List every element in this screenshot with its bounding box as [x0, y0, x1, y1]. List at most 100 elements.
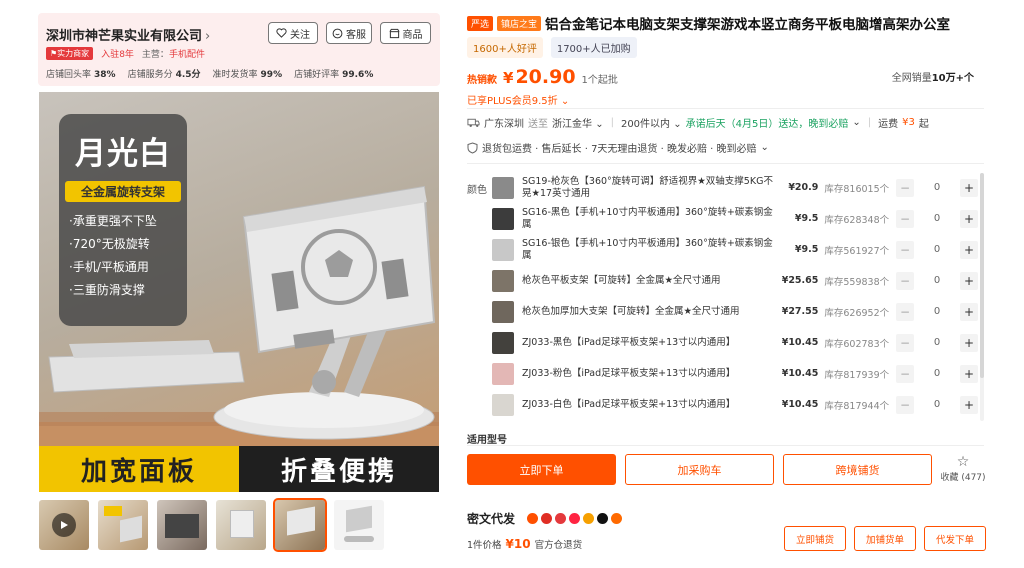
sku-row: 枪灰色平板支架【可旋转】全金属★全尺寸通用 ¥25.65 库存559838个 −…: [492, 266, 978, 295]
qty-range-value: 200件以内: [620, 119, 671, 130]
sku-stock: 库存561927个: [824, 245, 890, 257]
minus-button[interactable]: −: [896, 364, 914, 383]
strict-select-tag: 严选: [467, 15, 494, 31]
fee-unit: 起: [918, 119, 929, 130]
minus-button[interactable]: −: [896, 209, 914, 228]
store-products-button[interactable]: 商品: [380, 22, 431, 44]
quantity-stepper: −0 +: [896, 240, 978, 259]
plus-button[interactable]: +: [960, 364, 978, 383]
shop-card: 深圳市神芒果实业有限公司 › 关注 客服 商品 ⚑实力商家 入驻8年 主营：手机配…: [38, 13, 440, 86]
sku-row: ZJ033-白色【iPad足球平板支架+13寸以内通用】 ¥10.45 库存81…: [492, 390, 978, 419]
feature-item: ·承重更强不下坠: [69, 214, 157, 228]
sku-price: ¥10.45: [781, 337, 819, 348]
added-cart-tag: 1700+人已加购: [550, 37, 637, 58]
stat-value: 99%: [260, 70, 283, 80]
store-icon: [388, 28, 400, 38]
stat-label: 店铺好评率: [294, 70, 340, 80]
cross-border-label: 跨境铺货: [835, 463, 880, 477]
plus-button[interactable]: +: [960, 302, 978, 321]
sku-thumbnail[interactable]: [492, 207, 514, 230]
plus-button[interactable]: +: [960, 333, 978, 352]
sku-scrollbar[interactable]: [980, 173, 984, 421]
divider: [467, 445, 984, 446]
quantity-input[interactable]: 0: [914, 182, 960, 193]
sku-row: SG19-枪灰色【360°旋转可调】舒适视界★双轴支撑5KG不晃★17英寸通用 …: [492, 173, 978, 202]
sku-thumbnail[interactable]: [492, 393, 514, 416]
dropship-order-button[interactable]: 代发下单: [924, 526, 986, 551]
minus-button[interactable]: −: [896, 240, 914, 259]
stat-label: 准时发货率: [212, 70, 258, 80]
sku-thumbnail[interactable]: [492, 362, 514, 385]
quantity-stepper: −0 +: [896, 302, 978, 321]
scrollbar-thumb[interactable]: [980, 173, 984, 378]
quantity-input[interactable]: 0: [914, 275, 960, 286]
service-row[interactable]: 退货包运费 · 售后延长 · 7天无理由退货 · 晚发必赔 · 晚到必赔 ⌄: [467, 140, 769, 155]
sku-thumbnail[interactable]: [492, 269, 514, 292]
cross-border-button[interactable]: 跨境铺货: [783, 454, 932, 485]
minus-button[interactable]: −: [896, 302, 914, 321]
sku-stock: 库存817944个: [824, 400, 890, 412]
sku-price: ¥9.5: [794, 213, 819, 224]
quantity-input[interactable]: 0: [914, 244, 960, 255]
feature-item: ·720°无极旋转: [69, 237, 150, 251]
buy-now-button[interactable]: 立即下单: [467, 454, 616, 485]
plus-button[interactable]: +: [960, 178, 978, 197]
sku-name: ZJ033-黑色【iPad足球平板支架+13寸以内通用】: [522, 336, 736, 348]
thumbnail-item[interactable]: [157, 500, 207, 550]
stat-value: 4.5分: [175, 70, 201, 80]
sku-row: SG16-黑色【手机+10寸内平板通用】360°旋转+碳素钢金属 ¥9.5 库存…: [492, 204, 978, 233]
thumbnail-item[interactable]: [98, 500, 148, 550]
thumbnail-item[interactable]: [216, 500, 266, 550]
sku-stock: 库存602783个: [824, 338, 890, 350]
favorite-button[interactable]: ☆ 收藏 (477): [938, 454, 988, 483]
sku-thumbnail[interactable]: [492, 238, 514, 261]
shop-name-text[interactable]: 深圳市神芒果实业有限公司: [46, 29, 202, 44]
sku-name: SG19-枪灰色【360°旋转可调】舒适视界★双轴支撑5KG不晃★17英寸通用: [522, 175, 773, 199]
banner-right-text: 折叠便携: [280, 456, 397, 487]
sku-thumbnail[interactable]: [492, 176, 514, 199]
product-main-image[interactable]: 月光白 全金属旋转支架 ·承重更强不下坠 ·720°无极旋转 ·手机/平板通用 …: [39, 92, 439, 492]
minus-button[interactable]: −: [896, 395, 914, 414]
minus-button[interactable]: −: [896, 178, 914, 197]
follow-button[interactable]: 关注: [268, 22, 318, 44]
stat-value: 38%: [94, 70, 116, 80]
list-now-button[interactable]: 立即铺货: [784, 526, 846, 551]
product-title: 铝合金笔记本电脑支架支撑架游戏本竖立商务平板电脑增高架办公室: [545, 17, 951, 33]
sku-price: ¥20.9: [788, 182, 819, 193]
plus-button[interactable]: +: [960, 271, 978, 290]
chevron-down-icon: ⌄: [760, 142, 769, 153]
quantity-input[interactable]: 0: [914, 213, 960, 224]
plus-discount[interactable]: 已享PLUS会员9.5折 ⌄: [467, 92, 569, 107]
thumbnail-item-active[interactable]: [273, 498, 327, 552]
minus-button[interactable]: −: [896, 333, 914, 352]
minus-button[interactable]: −: [896, 271, 914, 290]
thumbnail-video[interactable]: [39, 500, 89, 550]
price-label: 热销款: [467, 75, 497, 86]
quantity-input[interactable]: 0: [914, 399, 960, 410]
banner-left-text: 加宽面板: [80, 456, 197, 487]
sku-thumbnail[interactable]: [492, 331, 514, 354]
good-review-tag[interactable]: 1600+人好评: [467, 37, 543, 58]
plus-button[interactable]: +: [960, 209, 978, 228]
sku-row: SG16-银色【手机+10寸内平板通用】360°旋转+碳素钢金属 ¥9.5 库存…: [492, 235, 978, 264]
add-to-cart-button[interactable]: 加采购车: [625, 454, 774, 485]
qty-range-select[interactable]: 200件以内 ⌄: [621, 115, 682, 130]
sku-stock: 库存628348个: [824, 214, 890, 226]
quantity-input[interactable]: 0: [914, 337, 960, 348]
plus-button[interactable]: +: [960, 395, 978, 414]
shop-name[interactable]: 深圳市神芒果实业有限公司 ›: [46, 25, 210, 44]
stat-service-score: 店铺服务分 4.5分: [128, 67, 201, 80]
sku-price: ¥9.5: [794, 244, 819, 255]
dropship-buttons: 立即铺货 加铺货单 代发下单: [784, 526, 986, 551]
dropship-price-label: 1件价格: [467, 540, 502, 551]
sku-thumbnail[interactable]: [492, 300, 514, 323]
customer-service-button[interactable]: 客服: [326, 22, 372, 44]
plus-button[interactable]: +: [960, 240, 978, 259]
shop-stats: 店铺回头率 38% 店铺服务分 4.5分 准时发货率 99% 店铺好评率 99.6%: [46, 67, 373, 80]
quantity-input[interactable]: 0: [914, 306, 960, 317]
ship-to-select[interactable]: 浙江金华 ⌄: [552, 115, 604, 130]
thumbnail-item[interactable]: [334, 500, 384, 550]
add-list-button[interactable]: 加铺货单: [854, 526, 916, 551]
pinduoduo-icon: [541, 513, 553, 524]
quantity-input[interactable]: 0: [914, 368, 960, 379]
